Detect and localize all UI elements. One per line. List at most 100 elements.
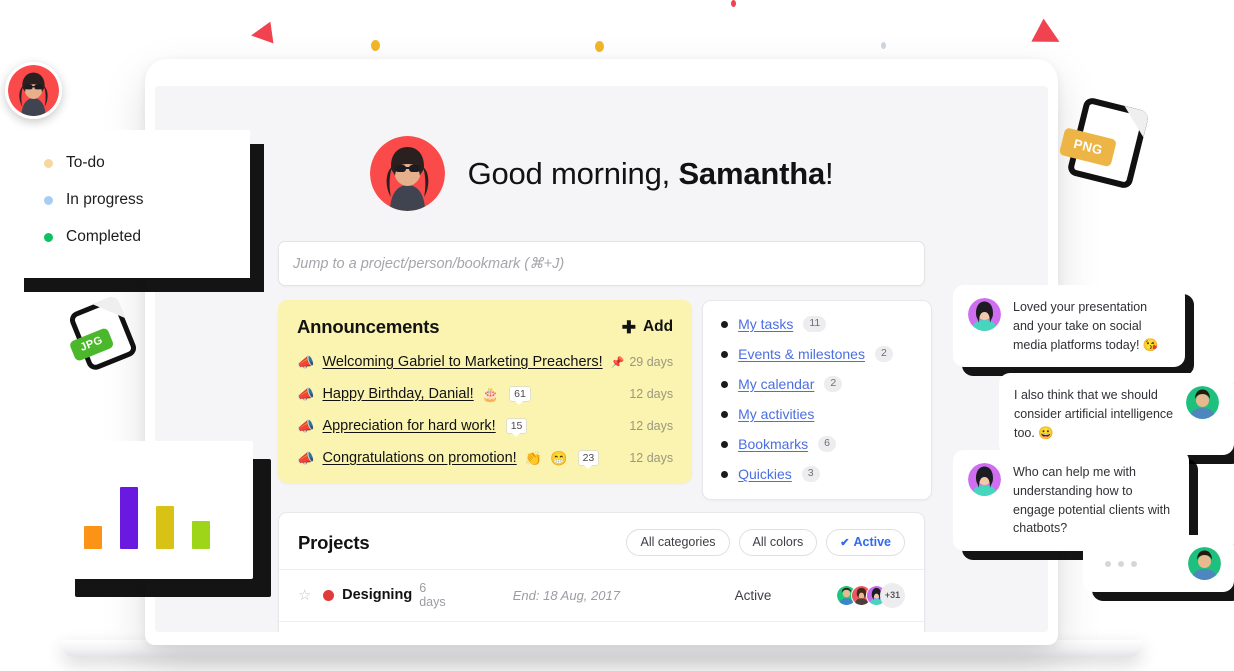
quicklink-quickies[interactable]: Quickies 3 [721,466,913,482]
dashboard-middle-row: Announcements ✚ Add 📣 Welcoming Gabriel … [278,300,933,500]
quicklink-bookmarks[interactable]: Bookmarks 6 [721,436,913,452]
announcements-header: Announcements ✚ Add [297,316,673,338]
project-dates: End: 18 Aug, 2017 [512,587,620,603]
announcement-meta: 📌 29 days [611,355,673,369]
chat-typing-bubble [1083,535,1234,592]
quicklink-events-milestones[interactable]: Events & milestones 2 [721,346,913,362]
floating-avatar [5,62,62,119]
decoration-dot-4 [731,0,736,7]
legend-item-todo: To-do [44,154,250,172]
bar-3 [156,506,174,549]
announcement-meta: 12 days [629,451,673,465]
bullet-icon [721,320,729,328]
avatar [1188,547,1221,580]
announcement-meta: 12 days [629,419,673,433]
bar-chart-plot [84,471,229,549]
legend-label: To-do [66,154,105,171]
announcement-item[interactable]: 📣 Happy Birthday, Danial! 🎂 61 12 days [297,386,674,405]
announcement-link[interactable]: Congratulations on promotion! [322,450,516,466]
quicklink-count: 11 [803,316,827,332]
legend-item-completed: Completed [44,228,250,246]
chat-message-text: Who can help me with understanding how t… [1013,465,1171,536]
bullet-icon [721,410,729,418]
status-legend-card: To-do In progress Completed [10,130,250,278]
file-sheet: PNG [1058,96,1150,190]
announcement-reaction-count[interactable]: 23 [577,450,600,469]
jpg-file-label: JPG [68,327,115,362]
quicklink-label[interactable]: My activities [738,406,814,422]
search-bar[interactable] [278,241,925,286]
quicklink-count: 6 [818,436,836,452]
announcement-link[interactable]: Appreciation for hard work! [322,418,495,434]
decoration-dot-2 [595,41,604,52]
app-screen: Good morning, Samantha! Announcements ✚ [155,86,1048,632]
announcement-link[interactable]: Happy Birthday, Danial! [322,386,473,402]
quicklink-count: 2 [824,376,843,392]
file-sheet: JPG [67,295,139,373]
table-row[interactable]: ☆ Social media 7 days 22 Jun, 2016 ➔ 6 A… [279,621,924,632]
quicklink-label[interactable]: My tasks [738,316,793,332]
filter-active[interactable]: ✔ Active [826,529,905,556]
add-announcement-label: Add [642,318,674,335]
check-icon: ✔ [840,537,850,549]
emoji-clap-icon: 👏 [524,450,543,466]
quicklink-my-activities[interactable]: My activities [721,406,913,422]
avatar [369,136,445,211]
bar-2 [120,486,138,549]
announcement-age: 12 days [629,387,674,401]
announcement-link[interactable]: Welcoming Gabriel to Marketing Preachers… [322,354,602,370]
quicklink-my-tasks[interactable]: My tasks 11 [721,316,913,332]
typing-dots-icon [1105,560,1137,567]
quicklink-label[interactable]: My calendar [738,376,814,392]
decoration-arrow-left [249,21,274,47]
filter-all-categories[interactable]: All categories [626,529,730,556]
legend-dot-icon [44,158,53,168]
add-announcement-button[interactable]: ✚ Add [622,318,673,336]
chat-message-text: I also think that we should consider art… [1014,388,1174,440]
megaphone-icon: 📣 [297,354,315,370]
project-duration: 6 days [419,581,446,609]
bar-1 [84,525,102,549]
chat-bubble: Loved your presentation and your take on… [953,285,1185,368]
avatar [968,463,1001,496]
announcement-reaction-count[interactable]: 15 [505,418,528,437]
announcement-item[interactable]: 📣 Congratulations on promotion! 👏 😁 23 1… [297,450,673,469]
projects-card: Projects All categories All colors ✔ Acti… [278,512,925,632]
greeting-name: Samantha [678,155,825,191]
status-badge: Active [734,587,772,603]
quicklink-my-calendar[interactable]: My calendar 2 [721,376,913,392]
announcements-card: Announcements ✚ Add 📣 Welcoming Gabriel … [278,300,693,483]
laptop-frame: Good morning, Samantha! Announcements ✚ [145,59,1058,645]
announcements-title: Announcements [297,316,440,337]
legend-dot-icon [44,232,53,242]
bar-chart-card [57,441,253,579]
chat-bubble: I also think that we should consider art… [999,373,1234,456]
projects-filters: All categories All colors ✔ Active [626,529,905,556]
project-name[interactable]: Designing [342,587,412,603]
bar-4 [192,520,210,549]
star-outline-icon[interactable]: ☆ [298,586,323,604]
bullet-icon [721,440,729,448]
announcement-item[interactable]: 📣 Appreciation for hard work! 15 12 days [297,418,673,437]
quicklink-label[interactable]: Quickies [738,466,792,482]
decoration-arrow-right [1031,18,1066,54]
pushpin-icon: 📌 [610,356,625,369]
quicklink-label[interactable]: Bookmarks [738,436,808,452]
quicklink-label[interactable]: Events & milestones [738,346,865,362]
quicklinks-card: My tasks 11 Events & milestones 2 My cal… [702,300,933,500]
filter-all-colors[interactable]: All colors [738,529,818,556]
project-members-overflow[interactable]: +31 [880,582,905,608]
announcement-item[interactable]: 📣 Welcoming Gabriel to Marketing Preache… [297,354,673,370]
bullet-icon [721,380,729,388]
search-input[interactable] [293,255,910,272]
decoration-dot-3 [881,42,886,49]
announcement-reaction-count[interactable]: 61 [509,386,531,405]
scene: Good morning, Samantha! Announcements ✚ [0,0,1234,671]
table-row[interactable]: ☆ Designing 6 days End: 18 Aug, 2017 Act… [279,569,924,621]
emoji-cake-icon: 🎂 [481,386,500,402]
projects-header: Projects All categories All colors ✔ Acti… [279,513,924,569]
announcement-age: 12 days [629,419,674,433]
avatar-image [8,65,59,116]
project-members[interactable]: +31 [836,582,905,608]
jpg-file-icon: JPG [67,295,139,373]
